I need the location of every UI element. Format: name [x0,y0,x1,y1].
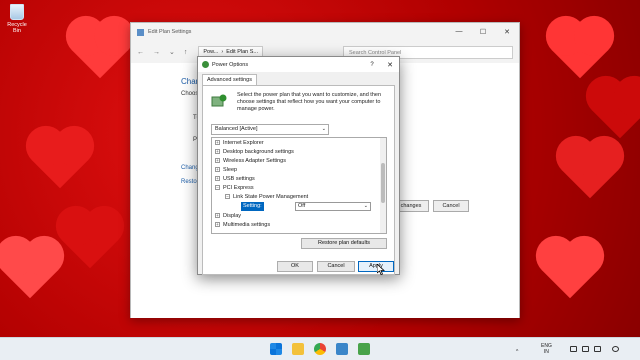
tree-item-usb-settings[interactable]: + USB settings [215,175,255,184]
back-arrow-icon[interactable]: ← [137,49,144,56]
heart-decoration [551,21,609,79]
dialog-titlebar: Power Options ? ✕ [198,57,399,72]
notification-icon[interactable] [612,346,619,352]
dialog-description: Select the power plan that you want to c… [237,92,382,112]
tree-item-label: USB settings [223,176,255,182]
control-panel-icon[interactable] [336,343,348,355]
up-arrow-icon[interactable]: ↑ [184,49,188,56]
setting-value: Off [298,203,306,209]
expand-icon[interactable]: + [215,149,220,155]
tree-item-label: Wireless Adapter Settings [223,158,286,164]
language-bottom: IN [543,349,549,355]
tree-item-label: Sleep [223,167,238,173]
mouse-cursor-icon [377,264,385,275]
power-plan-dropdown[interactable]: Balanced [Active] ⌄ [211,124,329,135]
expand-icon[interactable]: + [215,158,220,164]
control-panel-icon [137,28,144,36]
tree-item-sleep[interactable]: + Sleep [215,166,237,175]
tree-item-label: Display [223,213,242,219]
minimize-button[interactable]: — [447,28,471,36]
heart-decoration [561,141,619,199]
tree-item-link-state[interactable]: − Link State Power Management [225,193,308,202]
recycle-bin-icon [10,4,24,20]
breadcrumb-item[interactable]: Pow... [203,49,218,55]
start-windows-icon[interactable] [270,343,282,355]
tree-item-display[interactable]: + Display [215,212,241,221]
heart-decoration [1,241,59,299]
language-indicator[interactable]: ENG IN [541,343,552,355]
expand-icon[interactable]: + [215,213,220,219]
power-options-dialog: Power Options ? ✕ Advanced settings Sele… [197,56,400,275]
advanced-settings-panel: Select the power plan that you want to c… [202,85,395,275]
chevron-down-icon: ⌄ [321,126,326,132]
tree-item-label: Link State Power Management [233,194,309,200]
cancel-button[interactable]: Cancel [433,200,469,212]
page-subtitle: Choos [181,91,199,97]
expand-icon[interactable]: + [215,140,220,146]
restore-plan-defaults-button[interactable]: Restore plan defaults [301,238,387,249]
tree-item-pci-express[interactable]: − PCI Express [215,184,254,193]
file-explorer-icon[interactable] [292,343,304,355]
ok-button[interactable]: OK [277,261,313,272]
tree-item-internet-explorer[interactable]: + Internet Explorer [215,139,264,148]
chrome-icon[interactable] [314,343,326,355]
heart-decoration [61,211,119,269]
power-plan-value: Balanced [Active] [215,126,258,132]
maximize-button[interactable]: ☐ [471,28,495,36]
forward-arrow-icon[interactable]: → [153,49,160,56]
recent-chevron-icon[interactable]: ⌄ [169,48,175,56]
expand-icon[interactable]: + [215,176,220,182]
tree-item-desktop-background[interactable]: + Desktop background settings [215,148,294,157]
setting-label: Setting: [241,202,264,211]
power-options-icon[interactable] [358,343,370,355]
collapse-icon[interactable]: − [215,185,220,191]
tree-item-multimedia[interactable]: + Multimedia settings [215,221,270,230]
battery-icon[interactable] [594,346,601,352]
help-button[interactable]: ? [363,62,381,68]
chevron-down-icon: ⌄ [363,203,368,209]
breadcrumb-separator-icon: › [221,49,224,55]
setting-value-dropdown[interactable]: Off ⌄ [295,202,371,211]
power-options-icon [202,61,209,68]
tree-item-label: Multimedia settings [223,222,271,228]
apply-button[interactable]: Apply [358,261,394,272]
dialog-close-button[interactable]: ✕ [381,61,399,69]
tree-scrollbar[interactable] [380,138,386,233]
heart-decoration [591,81,640,139]
wifi-icon[interactable] [570,346,577,352]
restore-defaults-link[interactable]: Resto [181,179,197,185]
tree-item-setting[interactable]: Setting: Off ⌄ [241,202,381,211]
breadcrumb-item[interactable]: Edit Plan S... [226,49,258,55]
tree-item-wireless-adapter[interactable]: + Wireless Adapter Settings [215,157,286,166]
heart-decoration [71,21,129,79]
volume-icon[interactable] [582,346,589,352]
power-plan-icon [211,94,227,107]
scrollbar-thumb[interactable] [381,163,385,203]
heart-decoration [541,241,599,299]
recycle-bin-label: Recycle Bin [7,22,27,34]
window-titlebar: Edit Plan Settings — ☐ ✕ [131,23,519,41]
show-hidden-icons-chevron-icon[interactable]: ^ [516,349,518,355]
tree-item-label: Desktop background settings [223,149,294,155]
collapse-icon[interactable]: − [225,194,230,200]
taskbar: ^ ENG IN [0,337,640,360]
window-title: Edit Plan Settings [148,29,192,35]
cancel-button[interactable]: Cancel [317,261,355,272]
close-button[interactable]: ✕ [495,28,519,36]
heart-decoration [31,131,89,189]
recycle-bin[interactable]: Recycle Bin [3,4,31,34]
expand-icon[interactable]: + [215,222,220,228]
tree-item-label: Internet Explorer [223,140,264,146]
tree-item-label: PCI Express [223,185,254,191]
dialog-title: Power Options [212,61,249,68]
expand-icon[interactable]: + [215,167,220,173]
settings-tree: + Internet Explorer + Desktop background s… [211,137,387,234]
